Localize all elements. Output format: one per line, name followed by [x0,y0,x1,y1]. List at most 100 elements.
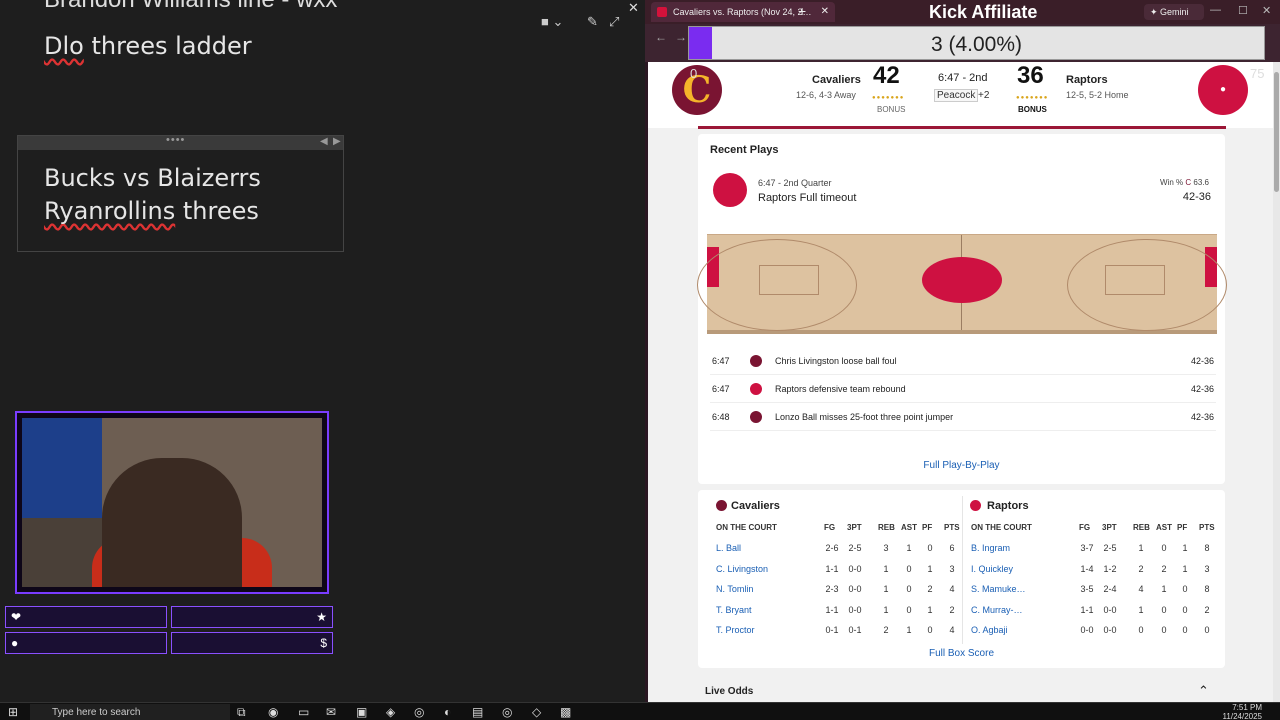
file-explorer-icon[interactable]: ▭ [298,705,309,719]
player-name[interactable]: N. Tomlin [716,584,753,594]
chrome-icon[interactable]: ◎ [502,705,512,719]
column-header: PF [1177,523,1188,532]
stat-cell: 2-4 [1103,584,1117,594]
raptors-logo-icon[interactable]: ● [1198,65,1248,115]
scrollbar[interactable] [1273,62,1280,702]
play-row[interactable]: 6:48 Lonzo Ball misses 25-foot three poin… [710,404,1216,431]
player-name[interactable]: T. Proctor [716,625,755,635]
home-box-team[interactable]: Raptors [987,500,1029,512]
play-score: 42-36 [1190,412,1214,422]
pen-icon[interactable]: ✎ [587,14,598,30]
play-row[interactable]: 6:47 Raptors defensive team rebound 42-36 [710,376,1216,403]
stat-cell: 0-0 [848,604,862,615]
away-team-name[interactable]: Cavaliers [812,74,861,86]
player-name[interactable]: T. Bryant [716,605,752,615]
full-play-by-play-link[interactable]: Full Play-By-Play [698,460,1225,471]
gemini-button[interactable]: ✦ Gemini [1144,4,1204,20]
stat-cell: 0-0 [1103,625,1117,635]
stat-star: ★ [171,606,333,628]
mail-icon[interactable]: ✉ [326,705,336,719]
away-box-team[interactable]: Cavaliers [731,500,780,512]
forward-icon[interactable]: → [675,30,687,44]
stat-cell: 4 [949,625,955,635]
drag-handle-icon[interactable]: •••• [166,134,185,146]
arrow-right-icon[interactable]: ▶ [333,136,341,147]
column-header: PTS [944,523,960,532]
app-icon[interactable]: ◈ [386,705,395,719]
stat-cell: 0 [1182,584,1188,594]
stat-cell: 2-5 [848,543,862,553]
home-record: 12-5, 5-2 Home [1066,90,1129,100]
player-name[interactable]: I. Quickley [971,564,1013,574]
notes-app: Brandon Williams line - wxx Dlo threes l… [0,0,645,702]
home-team-name[interactable]: Raptors [1066,74,1108,86]
task-view-icon[interactable]: ⧉ [237,705,246,720]
box-score-card: Cavaliers Raptors ON THE COURT FG 3PT REB AS… [698,490,1225,668]
player-name[interactable]: L. Ball [716,543,741,553]
home-score: 36 [1017,62,1044,89]
app-icon[interactable]: ◇ [532,705,541,719]
note-box-line1: Bucks vs Blaizerrs [44,164,261,192]
raptors-logo-icon [713,173,747,207]
chrome-icon[interactable]: ◎ [414,705,424,719]
stat-cell: 0-1 [825,625,839,635]
play-score: 42-36 [1190,384,1214,394]
stat-cell: 0 [1204,625,1210,635]
play-row[interactable]: 6:47 Chris Livingston loose ball foul 42-3… [710,348,1216,375]
new-tab-icon[interactable]: + [798,3,806,19]
full-box-score-link[interactable]: Full Box Score [698,648,1225,659]
tab-active[interactable]: Cavaliers vs. Raptors (Nov 24, 2… ✕ [651,2,835,22]
court-key-left [759,265,819,295]
taskbar-search[interactable]: Type here to search [30,704,230,720]
stat-cell: 3-7 [1080,543,1094,553]
play-score: 42-36 [1190,356,1214,366]
raptors-logo-icon [970,500,981,511]
browser-window: Cavaliers vs. Raptors (Nov 24, 2… ✕ + Ki… [645,0,1280,702]
network-more[interactable]: +2 [978,90,989,101]
minimize-icon[interactable]: — [1210,4,1221,16]
court-diagram [697,234,1227,334]
maximize-icon[interactable]: ☐ [1238,4,1248,17]
windows-start-icon[interactable]: ⊞ [8,705,18,719]
cavaliers-logo-icon [750,355,762,367]
player-name[interactable]: C. Livingston [716,564,768,574]
expand-icon[interactable]: ⤢ [609,14,619,30]
player-name[interactable]: O. Agbaji [971,625,1008,635]
taskbar-clock[interactable]: 7:51 PM 11/24/2025 [1223,703,1262,720]
stat-cell: 1 [883,584,889,594]
window-close-icon[interactable]: ✕ [1262,4,1271,17]
network-badge[interactable]: Peacock [934,89,979,102]
arrow-left-icon[interactable]: ◀ [320,136,328,147]
play-time: 6:47 [712,356,730,366]
back-icon[interactable]: ← [655,30,667,44]
note-line-dlo[interactable]: Dlo threes ladder [44,32,252,60]
player-name[interactable]: B. Ingram [971,543,1010,553]
note-box[interactable]: •••• ◀ ▶ Bucks vs Blaizerrs Ryanrollins … [17,134,344,252]
discord-icon[interactable]: ◐ [444,705,451,719]
stat-cell: 6 [949,543,955,553]
stat-cell: 1-4 [1080,563,1094,574]
stat-cell: 1-1 [825,563,839,574]
onenote-icon[interactable]: ▤ [472,705,483,719]
player-name[interactable]: C. Murray-… [971,605,1023,615]
app-icon[interactable]: ▩ [560,705,571,719]
stat-cell: 0-1 [848,625,862,635]
note-box-handle[interactable]: •••• ◀ ▶ [18,134,343,150]
store-icon[interactable]: ▣ [356,705,367,719]
note-toolbar: ■ ⌄ ✎ ⤢ [535,14,635,34]
close-icon[interactable]: ✕ [628,0,639,16]
app-icon[interactable]: ◉ [268,705,278,719]
game-clock: 6:47 - 2nd [938,72,988,84]
stat-cell: 1 [927,563,933,574]
scroll-thumb[interactable] [1274,72,1279,192]
stat-cell: 0-0 [848,584,862,594]
color-icon[interactable]: ■ ⌄ [541,14,563,30]
stat-cell: 1 [927,604,933,615]
stream-stat-row-2: ● $ [5,632,333,654]
chevron-up-icon[interactable]: ⌃ [1198,683,1209,699]
play-time: 6:47 [712,384,730,394]
tab-close-icon[interactable]: ✕ [821,6,829,17]
corner-right: 75 [1250,66,1265,81]
stat-dollar: $ [171,632,333,654]
player-name[interactable]: S. Mamuke… [971,584,1026,594]
